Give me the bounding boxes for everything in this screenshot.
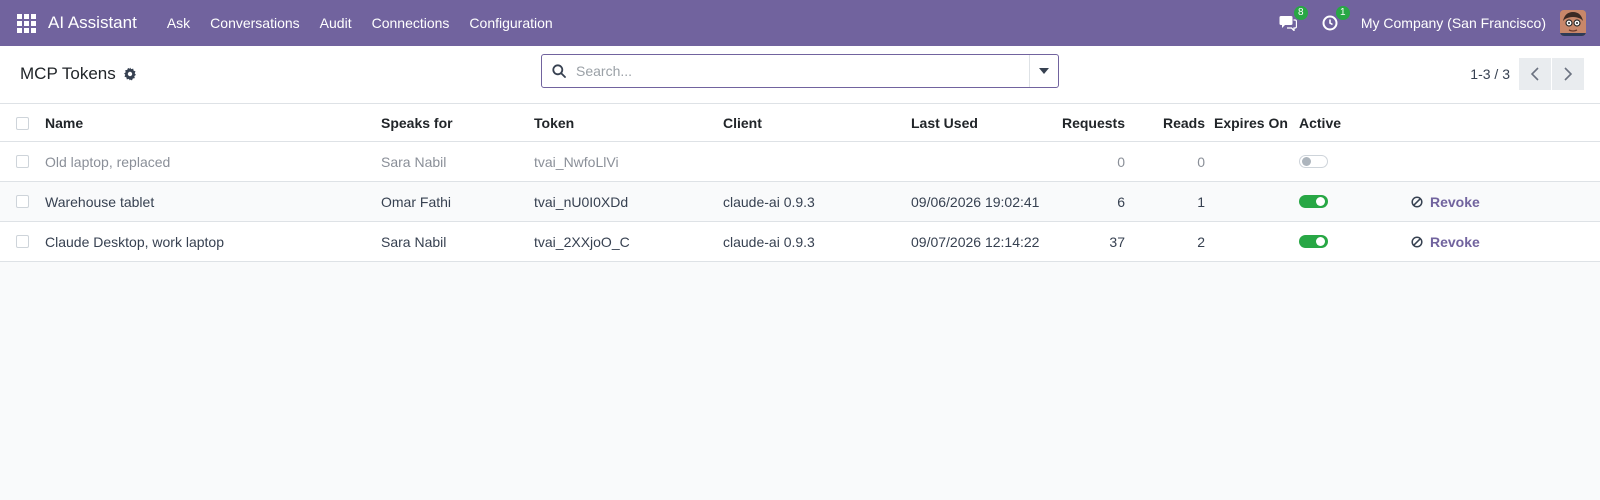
control-panel: MCP Tokens 1-3 / 3 xyxy=(0,46,1600,104)
active-toggle[interactable] xyxy=(1299,155,1328,168)
column-header-last-used[interactable]: Last Used xyxy=(911,115,978,131)
column-header-active[interactable]: Active xyxy=(1299,115,1341,131)
column-header-reads[interactable]: Reads xyxy=(1140,115,1205,131)
page-title: MCP Tokens xyxy=(20,64,116,83)
speaks-for: Sara Nabil xyxy=(381,233,447,250)
column-header-requests[interactable]: Requests xyxy=(1060,115,1125,131)
systray: 8 1 My Company (San Francisco) xyxy=(1277,0,1600,46)
menu-item-connections[interactable]: Connections xyxy=(362,0,460,46)
caret-down-icon xyxy=(1039,68,1049,74)
chat-icon xyxy=(1279,16,1297,31)
column-header-token[interactable]: Token xyxy=(534,115,574,131)
clock-icon xyxy=(1322,15,1338,31)
chevron-left-icon xyxy=(1531,67,1539,81)
token-name: Warehouse tablet xyxy=(45,193,155,210)
column-header-expires-on[interactable]: Expires On xyxy=(1214,115,1288,131)
top-navbar: AI Assistant Ask Conversations Audit Con… xyxy=(0,0,1600,46)
pager-next-button[interactable] xyxy=(1552,58,1584,90)
grid-icon xyxy=(16,13,36,33)
revoke-button[interactable]: Revoke xyxy=(1411,194,1480,210)
speaks-for: Sara Nabil xyxy=(381,153,447,170)
search-input[interactable] xyxy=(576,63,1029,79)
apps-menu-button[interactable] xyxy=(0,0,52,46)
client: claude-ai 0.9.3 xyxy=(723,193,815,210)
token-name: Old laptop, replaced xyxy=(45,153,171,170)
chevron-right-icon xyxy=(1564,67,1572,81)
menu-item-conversations[interactable]: Conversations xyxy=(200,0,310,46)
active-toggle[interactable] xyxy=(1299,195,1328,208)
activity-button[interactable]: 1 xyxy=(1319,6,1350,34)
revoke-label: Revoke xyxy=(1430,233,1480,250)
table-row[interactable]: Old laptop, replaced Sara Nabil tvai_Nwf… xyxy=(0,142,1600,182)
requests-count: 37 xyxy=(1109,233,1125,250)
messages-badge: 8 xyxy=(1293,6,1308,20)
ban-icon xyxy=(1411,195,1423,208)
activity-badge: 1 xyxy=(1335,6,1350,20)
client: claude-ai 0.9.3 xyxy=(723,233,815,250)
column-header-client[interactable]: Client xyxy=(723,115,762,131)
column-header-name[interactable]: Name xyxy=(45,115,83,131)
row-checkbox[interactable] xyxy=(16,235,29,248)
token-name: Claude Desktop, work laptop xyxy=(45,233,224,250)
menu-item-audit[interactable]: Audit xyxy=(310,0,362,46)
search-options-toggle[interactable] xyxy=(1029,55,1058,87)
table-row[interactable]: Warehouse tablet Omar Fathi tvai_nU0I0XD… xyxy=(0,182,1600,222)
reads-count: 0 xyxy=(1197,153,1205,170)
search-icon xyxy=(552,64,566,78)
requests-count: 6 xyxy=(1117,193,1125,210)
requests-count: 0 xyxy=(1117,153,1125,170)
main-menu: Ask Conversations Audit Connections Conf… xyxy=(157,0,563,46)
tokens-table: Name Speaks for Token Client Last Used R… xyxy=(0,104,1600,262)
table-row[interactable]: Claude Desktop, work laptop Sara Nabil t… xyxy=(0,222,1600,262)
last-used: 09/06/2026 19:02:41 xyxy=(911,193,1040,210)
pager-value[interactable]: 1-3 / 3 xyxy=(1470,66,1510,82)
reads-count: 1 xyxy=(1197,193,1205,210)
messages-button[interactable]: 8 xyxy=(1277,6,1308,34)
speaks-for: Omar Fathi xyxy=(381,193,452,210)
active-toggle[interactable] xyxy=(1299,235,1328,248)
empty-area xyxy=(0,262,1600,500)
menu-item-ask[interactable]: Ask xyxy=(157,0,200,46)
select-all-checkbox[interactable] xyxy=(16,117,29,130)
avatar-icon xyxy=(1560,10,1586,36)
pager: 1-3 / 3 xyxy=(1470,58,1584,90)
row-checkbox[interactable] xyxy=(16,155,29,168)
column-header-speaks-for[interactable]: Speaks for xyxy=(381,115,453,131)
company-switcher[interactable]: My Company (San Francisco) xyxy=(1361,15,1546,31)
app-brand[interactable]: AI Assistant xyxy=(48,13,137,33)
token-value: tvai_NwfoLlVi xyxy=(534,153,619,170)
revoke-button[interactable]: Revoke xyxy=(1411,234,1480,250)
search-icon-wrap xyxy=(542,64,576,78)
user-avatar[interactable] xyxy=(1560,10,1586,36)
token-value: tvai_nU0I0XDd xyxy=(534,193,629,210)
breadcrumb: MCP Tokens xyxy=(20,64,137,84)
menu-item-configuration[interactable]: Configuration xyxy=(459,0,562,46)
pager-previous-button[interactable] xyxy=(1519,58,1551,90)
ban-icon xyxy=(1411,235,1423,248)
token-value: tvai_2XXjoO_C xyxy=(534,233,630,250)
reads-count: 2 xyxy=(1197,233,1205,250)
revoke-label: Revoke xyxy=(1430,193,1480,210)
search-bar xyxy=(541,54,1059,88)
table-header-row: Name Speaks for Token Client Last Used R… xyxy=(0,104,1600,142)
last-used: 09/07/2026 12:14:22 xyxy=(911,233,1040,250)
row-checkbox[interactable] xyxy=(16,195,29,208)
gear-icon[interactable] xyxy=(123,67,137,81)
